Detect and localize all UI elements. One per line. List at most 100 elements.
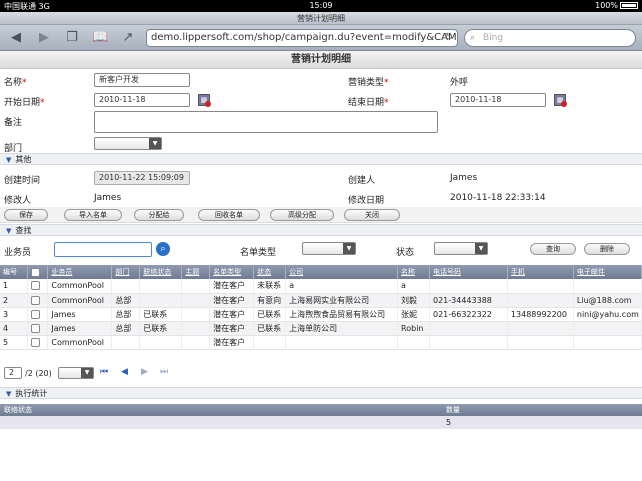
table-row[interactable]: 5 CommonPool 潜在客户 <box>0 335 642 350</box>
name-input[interactable]: 新客户开发 <box>94 73 190 87</box>
cell-salesperson: CommonPool <box>47 279 113 294</box>
tabs-icon[interactable]: ❐ <box>64 30 80 46</box>
cell-subject <box>181 321 211 336</box>
close-button[interactable]: 关闭 <box>344 209 400 221</box>
column-header[interactable]: 电话号码 <box>429 265 508 279</box>
modified-date-value: 2010-11-18 22:33:14 <box>450 193 546 203</box>
back-icon[interactable]: ◀ <box>8 30 24 46</box>
cell-status: 已联系 <box>253 321 287 336</box>
cell-dept <box>111 279 141 294</box>
cell-list-type: 潜在客户 <box>209 307 255 322</box>
assign-to-button[interactable]: 分配给 <box>134 209 184 221</box>
other-section-header[interactable]: ▼ 其他 <box>0 153 642 165</box>
table-row[interactable]: 4 James 总部 已联系 潜在客户 已联系 上海单防公司 Robin <box>0 321 642 336</box>
search-section-header[interactable]: ▼ 查找 <box>0 224 642 236</box>
column-header[interactable]: 电子邮件 <box>573 265 642 279</box>
column-header[interactable]: 编号 <box>0 265 29 279</box>
stats-row: 5 <box>0 416 642 429</box>
save-button[interactable]: 保存 <box>4 209 48 221</box>
cell-salesperson: James <box>47 321 113 336</box>
salesperson-input[interactable] <box>54 242 152 257</box>
cell-email: nini@yahu.com <box>573 307 642 322</box>
share-icon[interactable]: ↗ <box>120 30 136 46</box>
type-value: 外呼 <box>450 78 469 88</box>
cell-company: 上海单防公司 <box>285 321 399 336</box>
search-icon[interactable]: ⌕ <box>156 242 170 256</box>
calendar-icon[interactable]: ▦ <box>198 94 211 107</box>
advanced-assign-button[interactable]: 高级分配 <box>270 209 334 221</box>
cell-salesperson: James <box>47 307 113 322</box>
cell-dept: 总部 <box>111 293 141 308</box>
cell-company: 上海易网实业有限公司 <box>285 293 399 308</box>
cell-mobile: 13488992200 <box>507 307 574 322</box>
end-date-input[interactable]: 2010-11-18 <box>450 93 546 107</box>
chevron-down-icon: ▼ <box>149 138 161 149</box>
row-checkbox[interactable] <box>27 307 49 322</box>
column-header[interactable]: 主题 <box>181 265 211 279</box>
page-number-input[interactable]: 2 <box>4 367 22 379</box>
list-type-select[interactable]: ▼ <box>302 242 356 255</box>
prev-page-icon[interactable]: ◀ <box>121 367 128 377</box>
table-row[interactable]: 1 CommonPool 潜在客户 未联系 a a <box>0 279 642 294</box>
chevron-down-icon: ▼ <box>6 390 12 398</box>
forward-icon[interactable]: ▶ <box>36 30 52 46</box>
cell-list-type: 潜在客户 <box>209 321 255 336</box>
column-header[interactable]: 业务员 <box>47 265 113 279</box>
calendar-icon[interactable]: ▦ <box>554 94 567 107</box>
column-header: 联络状态 <box>4 406 32 414</box>
select-all-checkbox[interactable] <box>27 265 49 279</box>
row-id: 2 <box>0 293 29 308</box>
cell-company <box>285 335 399 350</box>
cell-list-type: 潜在客户 <box>209 279 255 294</box>
column-header[interactable]: 手机 <box>507 265 574 279</box>
row-checkbox[interactable] <box>27 335 49 350</box>
column-header[interactable]: 公司 <box>285 265 399 279</box>
reload-icon[interactable]: ↻ <box>445 30 453 46</box>
row-checkbox[interactable] <box>27 321 49 336</box>
row-checkbox[interactable] <box>27 293 49 308</box>
search-field[interactable]: ⌕ Bing <box>464 29 636 47</box>
cell-subject <box>181 335 211 350</box>
last-page-icon[interactable]: ⏭ <box>160 367 168 377</box>
remark-textarea[interactable] <box>94 111 438 133</box>
query-button[interactable]: 查询 <box>530 243 576 255</box>
browser-tab-title: 营销计划明细 <box>0 12 642 25</box>
url-field[interactable]: demo.lippersoft.com/shop/campaign.du?eve… <box>146 29 458 47</box>
next-page-icon[interactable]: ▶ <box>141 367 148 377</box>
stats-section-header[interactable]: ▼ 执行统计 <box>0 387 642 399</box>
cell-salesperson: CommonPool <box>47 335 113 350</box>
battery-icon <box>620 2 638 9</box>
status-select[interactable]: ▼ <box>434 242 488 255</box>
chevron-down-icon: ▼ <box>6 227 12 235</box>
name-label: 名称* <box>4 78 27 88</box>
column-header[interactable]: 部门 <box>111 265 141 279</box>
cell-list-type: 潜在客户 <box>209 335 255 350</box>
table-row[interactable]: 3 James 总部 已联系 潜在客户 已联系 上海煦煦食品贸易有限公司 张妮 … <box>0 307 642 322</box>
cell-subject <box>181 293 211 308</box>
end-date-label: 结束日期* <box>348 98 389 108</box>
cell-name: Robin <box>397 321 430 336</box>
clear-button[interactable]: 删除 <box>584 243 630 255</box>
table-row[interactable]: 2 CommonPool 总部 潜在客户 有意向 上海易网实业有限公司 刘毅 0… <box>0 293 642 308</box>
row-checkbox[interactable] <box>27 279 49 294</box>
dept-select[interactable]: ▼ <box>94 137 162 150</box>
chevron-down-icon: ▼ <box>475 243 487 254</box>
cell-dept: 总部 <box>111 307 141 322</box>
recall-list-button[interactable]: 回收名单 <box>198 209 260 221</box>
column-header[interactable]: 状态 <box>253 265 287 279</box>
cell-list-type: 潜在客户 <box>209 293 255 308</box>
row-id: 3 <box>0 307 29 322</box>
page-size-select[interactable]: ▼ <box>58 367 94 379</box>
column-header[interactable]: 名称 <box>397 265 430 279</box>
stats-count: 5 <box>446 418 452 427</box>
column-header[interactable]: 联络状态 <box>139 265 183 279</box>
cell-contact-status <box>139 293 183 308</box>
first-page-icon[interactable]: ⏮ <box>100 367 108 377</box>
row-id: 1 <box>0 279 29 294</box>
bookmarks-icon[interactable]: 📖 <box>92 30 108 46</box>
column-header[interactable]: 名单类型 <box>209 265 255 279</box>
start-date-input[interactable]: 2010-11-18 <box>94 93 190 107</box>
import-list-button[interactable]: 导入名单 <box>64 209 122 221</box>
cell-contact-status: 已联系 <box>139 307 183 322</box>
cell-contact-status: 已联系 <box>139 321 183 336</box>
